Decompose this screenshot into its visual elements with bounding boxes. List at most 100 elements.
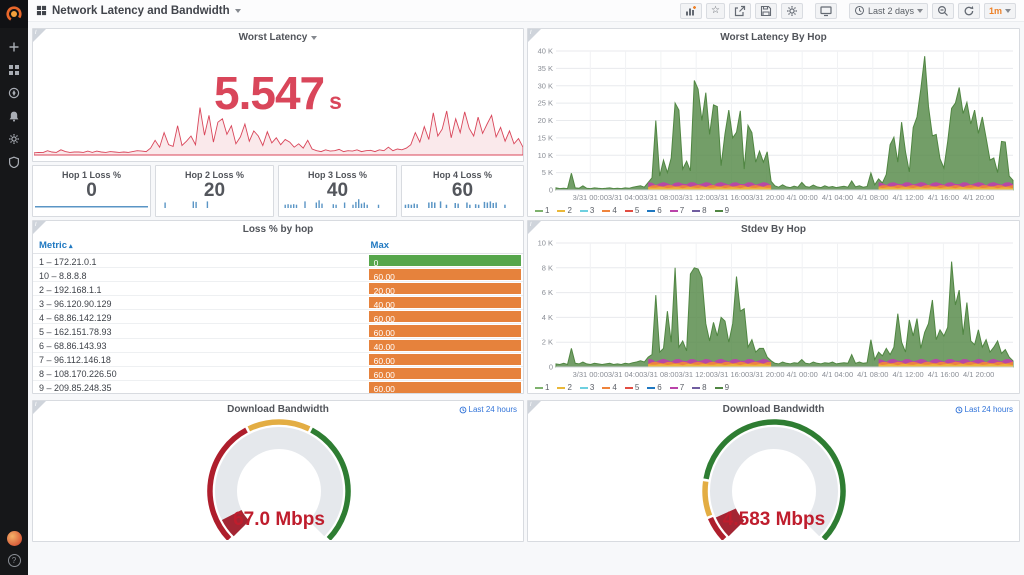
panel-download-bandwidth-right: i Download Bandwidth Last 24 hours 4.583… (527, 400, 1020, 542)
row-max-value: 60.00 (369, 311, 521, 322)
clock-icon (459, 406, 467, 414)
dashboard-settings-button[interactable] (781, 3, 803, 19)
panel-hop-1-loss: Hop 1 Loss % 0 (32, 165, 151, 217)
panel-title-hop1[interactable]: Hop 1 Loss % (33, 170, 150, 180)
row-max-value: 20.00 (369, 283, 521, 294)
refresh-button[interactable] (958, 3, 980, 19)
panel-time-override: Last 24 hours (955, 405, 1013, 414)
panel-info-corner-icon[interactable]: i (528, 221, 541, 234)
legend-item-3[interactable]: 3 (580, 383, 594, 392)
legend-item-7[interactable]: 7 (670, 383, 684, 392)
panel-info-corner-icon[interactable]: i (33, 221, 46, 234)
worst-latency-by-hop-chart: 40 K35 K30 K25 K20 K15 K10 K5 K03/31 00:… (530, 47, 1018, 201)
legend-item-7[interactable]: 7 (670, 206, 684, 215)
table-row: 5 – 162.151.78.9360.00 (33, 324, 523, 338)
svg-text:4 K: 4 K (542, 313, 553, 322)
row-metric: 7 – 96.112.146.18 (33, 353, 369, 366)
cycle-view-mode-button[interactable] (815, 3, 837, 19)
panel-title-hop3[interactable]: Hop 3 Loss % (279, 170, 396, 180)
share-dashboard-button[interactable] (729, 3, 751, 19)
save-dashboard-button[interactable] (755, 3, 777, 19)
star-dashboard-button[interactable]: ☆ (706, 3, 725, 19)
panel-title-hop4[interactable]: Hop 4 Loss % (402, 170, 523, 180)
legend-item-4[interactable]: 4 (602, 206, 616, 215)
server-admin-shield-icon[interactable] (7, 155, 21, 169)
svg-text:4/1 04:00: 4/1 04:00 (822, 193, 853, 201)
panel-info-corner-icon[interactable]: i (528, 29, 541, 42)
legend-item-2[interactable]: 2 (557, 383, 571, 392)
user-avatar[interactable] (7, 531, 22, 546)
legend-item-9[interactable]: 9 (715, 383, 729, 392)
grafana-logo[interactable] (0, 0, 28, 28)
star-icon: ☆ (711, 6, 720, 16)
svg-text:4/1 08:00: 4/1 08:00 (857, 193, 888, 201)
table-row: 9 – 209.85.248.3560.00 (33, 381, 523, 394)
legend-swatch (692, 387, 700, 389)
legend-item-1[interactable]: 1 (535, 383, 549, 392)
row-max-cell: 0 (369, 254, 523, 267)
svg-text:4/1 00:00: 4/1 00:00 (787, 370, 818, 378)
row-max-cell: 60.00 (369, 310, 523, 323)
legend-item-3[interactable]: 3 (580, 206, 594, 215)
panel-stdev-by-hop: i Stdev By Hop 10 K8 K6 K4 K2 K03/31 00:… (527, 220, 1020, 394)
legend-swatch (580, 210, 588, 212)
dashboard-title-dropdown[interactable]: Network Latency and Bandwidth (36, 5, 241, 17)
dashboard-grid-icon (36, 5, 47, 16)
legend-item-8[interactable]: 8 (692, 206, 706, 215)
column-header-max[interactable]: Max (371, 240, 523, 251)
panel-title-hop2[interactable]: Hop 2 Loss % (156, 170, 273, 180)
svg-text:3/31 04:00: 3/31 04:00 (608, 370, 643, 378)
svg-text:10 K: 10 K (538, 239, 553, 248)
legend-item-1[interactable]: 1 (535, 206, 549, 215)
chevron-down-icon (1005, 9, 1011, 13)
configuration-gear-icon[interactable] (7, 132, 21, 146)
add-panel-button[interactable] (680, 3, 702, 19)
row-max-cell: 60.00 (369, 353, 523, 366)
time-range-picker[interactable]: Last 2 days (849, 3, 928, 19)
legend-item-2[interactable]: 2 (557, 206, 571, 215)
hop1-sparkline-chart (35, 196, 148, 209)
alerting-bell-icon[interactable] (7, 109, 21, 123)
legend-item-6[interactable]: 6 (647, 206, 661, 215)
column-header-metric[interactable]: Metric▴ (39, 240, 371, 251)
row-max-value: 60.00 (369, 325, 521, 336)
zoom-out-time-button[interactable] (932, 3, 954, 19)
legend-item-6[interactable]: 6 (647, 383, 661, 392)
chevron-down-icon (235, 9, 241, 13)
dashboards-icon[interactable] (7, 63, 21, 77)
create-plus-icon[interactable] (7, 40, 21, 54)
grafana-flame-icon (5, 5, 23, 23)
legend-item-8[interactable]: 8 (692, 383, 706, 392)
legend-item-5[interactable]: 5 (625, 383, 639, 392)
sort-asc-icon: ▴ (69, 242, 73, 250)
panel-info-corner-icon[interactable]: i (33, 29, 46, 42)
row-max-value: 40.00 (369, 340, 521, 351)
svg-text:4.583 Mbps: 4.583 Mbps (723, 509, 825, 530)
legend-swatch (670, 210, 678, 212)
panel-worst-latency: i Worst Latency 5.547s (32, 28, 524, 162)
panel-title-worst-latency[interactable]: Worst Latency (33, 29, 523, 46)
legend-swatch (670, 387, 678, 389)
panel-info-corner-icon[interactable]: i (528, 401, 541, 414)
help-icon[interactable]: ? (8, 554, 21, 567)
svg-text:3/31 16:00: 3/31 16:00 (714, 193, 749, 201)
panel-title-download-left[interactable]: Download Bandwidth (33, 401, 523, 418)
panel-title-worst-by-hop[interactable]: Worst Latency By Hop (528, 29, 1019, 46)
explore-compass-icon[interactable] (7, 86, 21, 100)
legend-item-9[interactable]: 9 (715, 206, 729, 215)
sidebar-menu (7, 40, 21, 169)
svg-text:3/31 16:00: 3/31 16:00 (714, 370, 749, 378)
svg-text:15 K: 15 K (538, 133, 553, 142)
clock-icon (854, 5, 865, 16)
legend-swatch (535, 387, 543, 389)
svg-text:10 K: 10 K (538, 151, 553, 160)
refresh-interval-dropdown[interactable]: 1m (984, 3, 1016, 19)
svg-text:3/31 04:00: 3/31 04:00 (608, 193, 643, 201)
legend-item-5[interactable]: 5 (625, 206, 639, 215)
legend-item-4[interactable]: 4 (602, 383, 616, 392)
save-icon (760, 5, 772, 17)
panel-title-download-right[interactable]: Download Bandwidth (528, 401, 1019, 418)
panel-title-loss-table[interactable]: Loss % by hop (33, 221, 523, 238)
panel-info-corner-icon[interactable]: i (33, 401, 46, 414)
panel-title-stdev-by-hop[interactable]: Stdev By Hop (528, 221, 1019, 238)
